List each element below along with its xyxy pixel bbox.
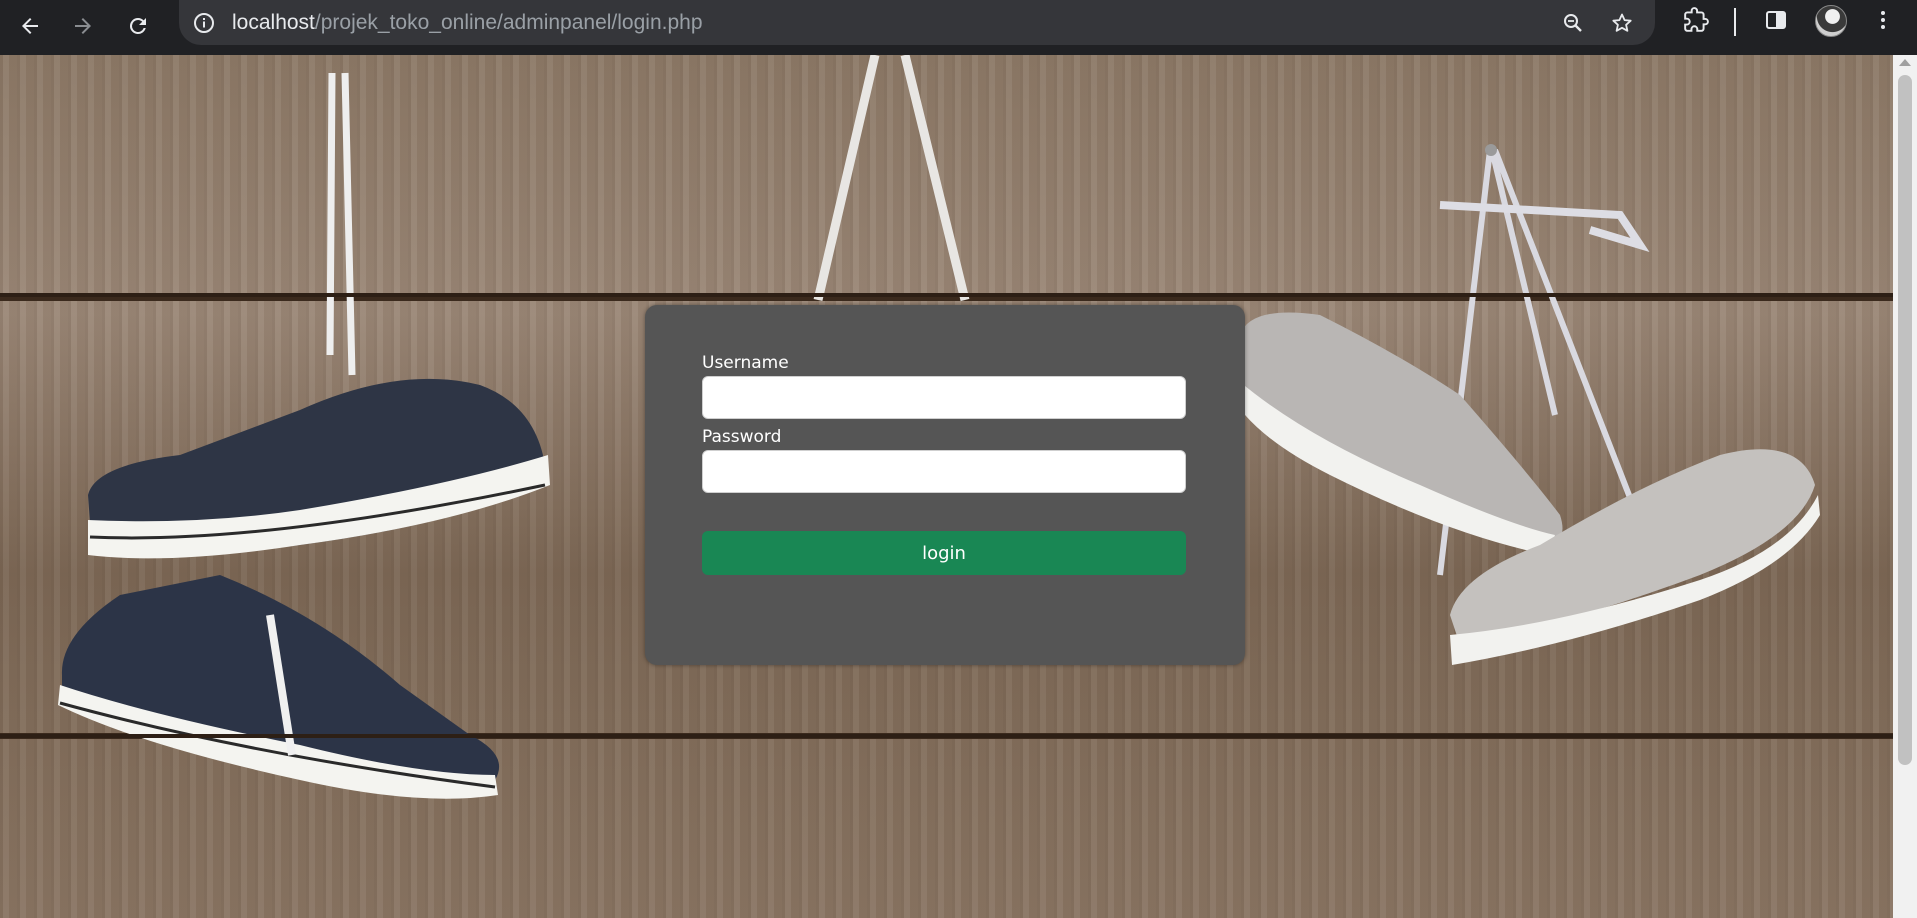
site-info-button[interactable]: [189, 8, 219, 38]
more-menu-icon: [1881, 11, 1885, 29]
url-host: localhost: [232, 11, 315, 34]
profile-avatar[interactable]: [1815, 5, 1847, 37]
login-card: Username Password login: [645, 305, 1245, 665]
reload-icon: [129, 17, 146, 34]
browser-toolbar: localhost/projek_toko_online/adminpanel/…: [0, 0, 1917, 55]
site-info-icon: [194, 13, 214, 33]
toolbar-divider: [1734, 8, 1736, 36]
reload-button[interactable]: [118, 6, 158, 46]
back-arrow-icon: [22, 18, 38, 34]
back-button[interactable]: [10, 6, 50, 46]
side-panel-icon: [1766, 11, 1786, 29]
forward-arrow-icon: [75, 18, 91, 34]
login-button[interactable]: login: [702, 531, 1186, 575]
nail-icon: [1485, 144, 1497, 156]
center-lace: [813, 55, 970, 302]
username-input[interactable]: [702, 376, 1186, 419]
password-label: Password: [702, 427, 782, 447]
bookmark-button[interactable]: [1606, 7, 1638, 39]
address-bar[interactable]: localhost/projek_toko_online/adminpanel/…: [179, 0, 1655, 45]
left-shoe-lace: [326, 72, 356, 376]
zoom-button[interactable]: [1557, 7, 1589, 39]
url-text[interactable]: localhost/projek_toko_online/adminpanel/…: [232, 8, 703, 38]
username-label: Username: [702, 353, 789, 373]
page-background: Username Password login: [0, 55, 1893, 918]
zoom-icon: [1564, 14, 1582, 32]
more-menu-button[interactable]: [1867, 4, 1899, 36]
extensions-icon: [1684, 7, 1709, 32]
url-path: /projek_toko_online/adminpanel/login.php: [314, 11, 703, 34]
password-input[interactable]: [702, 450, 1186, 493]
extensions-button[interactable]: [1680, 4, 1712, 36]
forward-button[interactable]: [63, 6, 103, 46]
scroll-up-arrow-icon[interactable]: [1899, 59, 1911, 66]
scrollbar-thumb[interactable]: [1898, 75, 1912, 765]
side-panel-button[interactable]: [1760, 4, 1792, 36]
bookmark-star-icon: [1612, 13, 1632, 32]
vertical-scrollbar[interactable]: [1893, 55, 1917, 918]
